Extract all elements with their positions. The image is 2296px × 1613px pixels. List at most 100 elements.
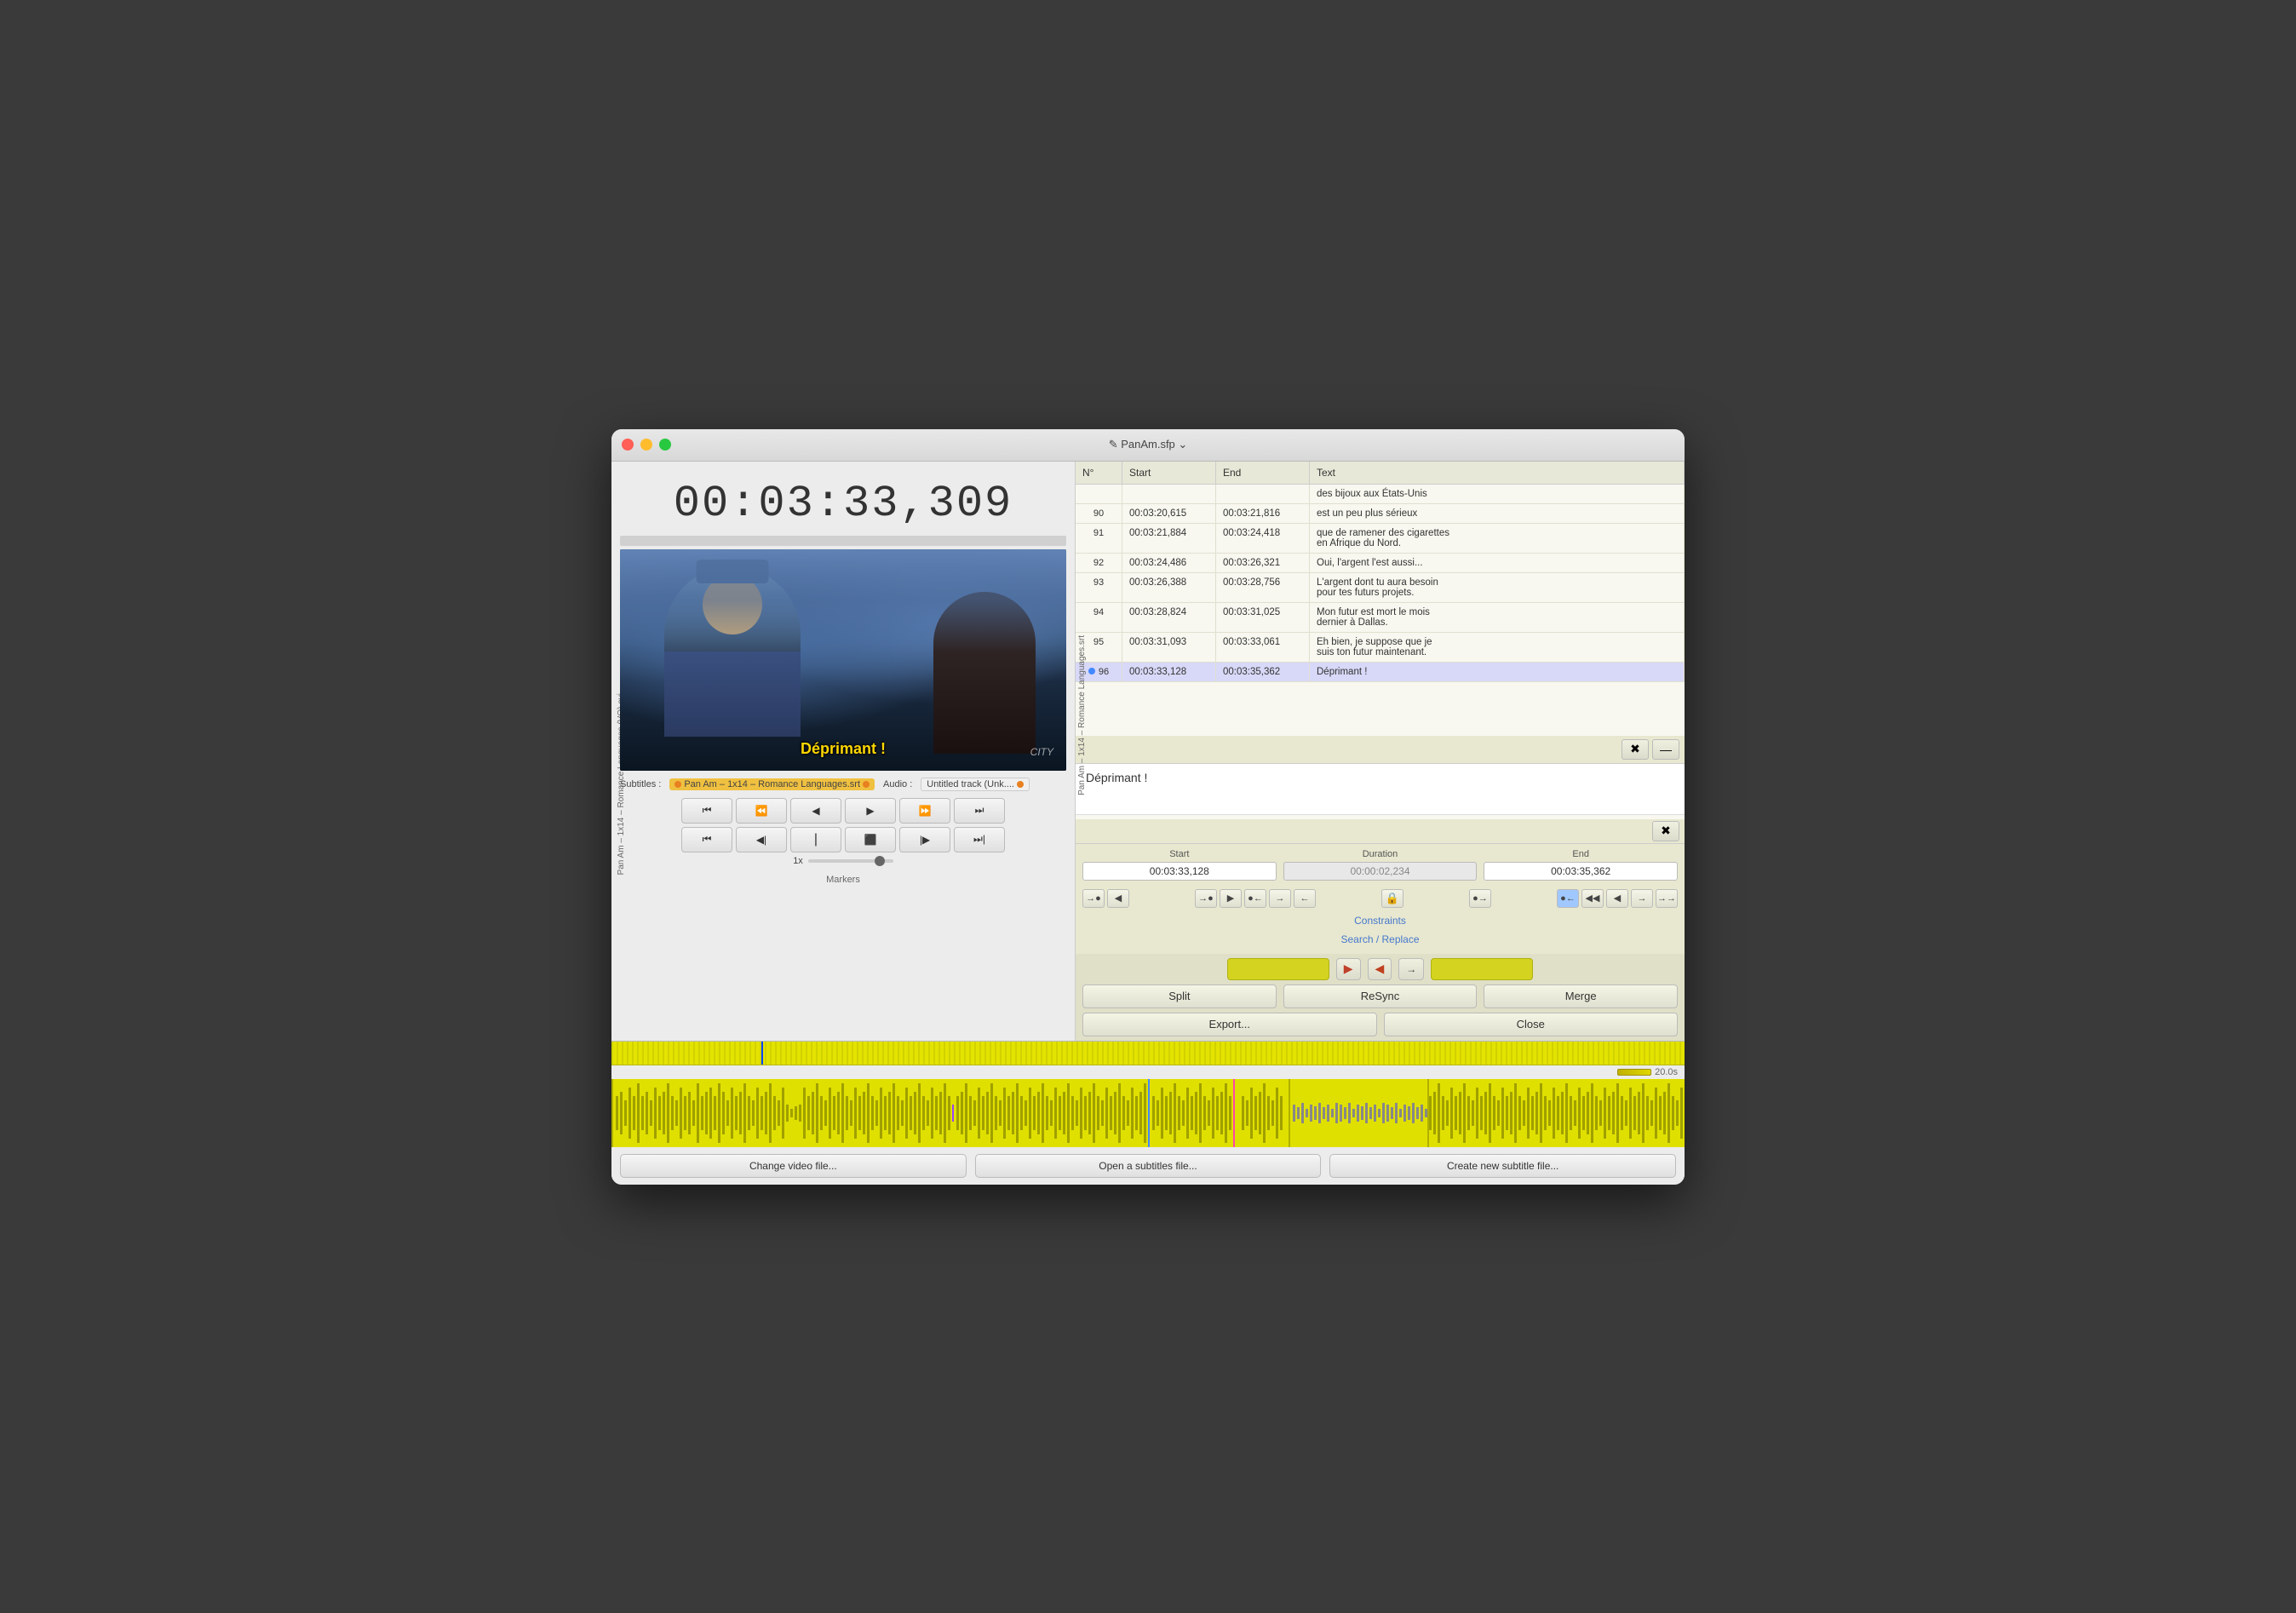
prev-button[interactable]: ← — [1294, 889, 1316, 908]
subtitle-text-input[interactable]: Déprimant ! — [1076, 764, 1685, 815]
scale-label: 20.0s — [1655, 1067, 1678, 1077]
markers-label: Markers — [620, 875, 1066, 885]
sub-mark-button[interactable]: | — [790, 827, 841, 852]
change-video-button[interactable]: Change video file... — [620, 1154, 967, 1178]
end-nav1[interactable]: ●← — [1557, 889, 1579, 908]
end-nav5[interactable]: →→ — [1656, 889, 1678, 908]
close-button[interactable] — [622, 439, 634, 451]
timing-section: Start Duration End →● — [1076, 844, 1685, 954]
sub-end-button[interactable]: ⏭| — [954, 827, 1005, 852]
table-actions: ✖ — — [1076, 736, 1685, 763]
table-header: N° Start End Text — [1076, 462, 1685, 485]
go-to-start-button[interactable]: →● — [1082, 889, 1105, 908]
search-replace-link[interactable]: Search / Replace — [1082, 930, 1678, 949]
resync-button[interactable]: ReSync — [1283, 984, 1478, 1008]
set-start-button[interactable]: →● — [1195, 889, 1217, 908]
back-arrow-button[interactable]: ◀ — [1368, 958, 1392, 980]
export-button[interactable]: Export... — [1082, 1013, 1377, 1036]
video-frame: Déprimant ! CITY — [620, 549, 1066, 771]
next-button[interactable]: → — [1269, 889, 1291, 908]
set-end-button[interactable]: ●← — [1244, 889, 1266, 908]
go-to-end-button[interactable]: ●→ — [1469, 889, 1491, 908]
table-row-active[interactable]: 96 00:03:33,128 00:03:35,362 Déprimant ! — [1076, 663, 1685, 682]
close-button-right[interactable]: Close — [1384, 1013, 1679, 1036]
table-row[interactable]: 94 00:03:28,824 00:03:31,025 Mon futur e… — [1076, 603, 1685, 633]
speed-label: 1x — [793, 856, 803, 866]
table-row[interactable]: 93 00:03:26,388 00:03:28,756 L'argent do… — [1076, 573, 1685, 603]
toolbar-row-3: Export... Close — [1082, 1013, 1678, 1036]
table-row[interactable]: 92 00:03:24,486 00:03:26,321 Oui, l'arge… — [1076, 554, 1685, 573]
nav-controls: →● ◀ →● ▶ ●← → ← 🔒 ●→ — [1082, 886, 1678, 911]
row-text: Oui, l'argent l'est aussi... — [1310, 554, 1685, 572]
sub-start-button[interactable]: ⏮ — [681, 827, 732, 852]
row-end: 00:03:35,362 — [1216, 663, 1310, 681]
audio-filename: Untitled track (Unk.... — [927, 779, 1014, 789]
table-row[interactable]: 90 00:03:20,615 00:03:21,816 est un peu … — [1076, 504, 1685, 524]
maximize-button[interactable] — [659, 439, 671, 451]
active-indicator — [1088, 668, 1095, 674]
table-row[interactable]: 95 00:03:31,093 00:03:33,061 Eh bien, je… — [1076, 633, 1685, 663]
sub-stop-button[interactable]: ⬛ — [845, 827, 896, 852]
end-input[interactable] — [1484, 862, 1678, 881]
video-scrub-bar[interactable] — [620, 536, 1066, 546]
add-row-button[interactable]: — — [1652, 739, 1679, 760]
split-button[interactable]: Split — [1082, 984, 1277, 1008]
play-from-button[interactable]: ▶ — [1220, 889, 1242, 908]
minimize-button[interactable] — [640, 439, 652, 451]
end-nav2[interactable]: ◀◀ — [1581, 889, 1604, 908]
row-end — [1216, 485, 1310, 503]
duration-label: Duration — [1363, 849, 1398, 859]
waveform-display[interactable] — [611, 1079, 1685, 1147]
row-text: Eh bien, je suppose que jesuis ton futur… — [1310, 633, 1685, 662]
yellow-bar-right — [1431, 958, 1533, 980]
play-button[interactable]: ▶ — [845, 798, 896, 824]
open-subtitles-button[interactable]: Open a subtitles file... — [975, 1154, 1322, 1178]
row-num: 91 — [1076, 524, 1122, 553]
play-arrow-button[interactable]: ▶ — [1336, 958, 1361, 980]
sub-next-button[interactable]: |▶ — [899, 827, 950, 852]
titlebar: ✎ PanAm.sfp ⌄ — [611, 429, 1685, 462]
speed-slider[interactable] — [808, 859, 893, 863]
subtitle-table[interactable]: N° Start End Text des bijoux aux États-U… — [1076, 462, 1685, 736]
forward-button[interactable]: → — [1398, 958, 1424, 980]
table-row[interactable]: des bijoux aux États-Unis — [1076, 485, 1685, 504]
subtitle-filename: Pan Am – 1x14 – Romance Languages.srt — [684, 779, 860, 789]
row-end: 00:03:21,816 — [1216, 504, 1310, 523]
start-label: Start — [1169, 849, 1189, 859]
duration-input[interactable] — [1283, 862, 1478, 881]
end-nav-group: ●→ — [1469, 889, 1491, 908]
rewind-button[interactable]: ⏪ — [736, 798, 787, 824]
scale-bar — [1617, 1069, 1651, 1076]
row-start: 00:03:20,615 — [1122, 504, 1216, 523]
fast-forward-button[interactable]: ⏩ — [899, 798, 950, 824]
playback-controls-row1: ⏮ ⏪ ◀ ▶ ⏩ ⏭ — [620, 798, 1066, 824]
delete-row-button[interactable]: ✖ — [1622, 739, 1649, 760]
constraints-link[interactable]: Constraints — [1082, 911, 1678, 930]
merge-button[interactable]: Merge — [1484, 984, 1678, 1008]
lock-button[interactable]: 🔒 — [1381, 889, 1403, 908]
prev-start-button[interactable]: ◀ — [1107, 889, 1129, 908]
sub-prev-button[interactable]: ◀| — [736, 827, 787, 852]
end-timing-col: End — [1484, 849, 1678, 881]
skip-to-end-button[interactable]: ⏭ — [954, 798, 1005, 824]
skip-to-start-button[interactable]: ⏮ — [681, 798, 732, 824]
table-row[interactable]: 91 00:03:21,884 00:03:24,418 que de rame… — [1076, 524, 1685, 554]
row-num: 92 — [1076, 554, 1122, 572]
clear-text-button[interactable]: ✖ — [1652, 821, 1679, 841]
right-panel: Pan Am – 1x14 – Romance Languages.srt N°… — [1076, 462, 1685, 1041]
duration-timing-col: Duration — [1283, 849, 1478, 881]
start-input[interactable] — [1082, 862, 1277, 881]
main-content: Pan Am – 1x14 – Romance Languages (VO).a… — [611, 462, 1685, 1041]
create-subtitle-button[interactable]: Create new subtitle file... — [1329, 1154, 1676, 1178]
subtitles-label: Subtitles : — [620, 779, 661, 789]
prev-frame-button[interactable]: ◀ — [790, 798, 841, 824]
timeline-bar[interactable] — [611, 1042, 1685, 1065]
row-text: est un peu plus sérieux — [1310, 504, 1685, 523]
start-timing-col: Start — [1082, 849, 1277, 881]
audio-file-tag[interactable]: Untitled track (Unk.... — [921, 778, 1030, 791]
row-end: 00:03:31,025 — [1216, 603, 1310, 632]
end-nav3[interactable]: ◀ — [1606, 889, 1628, 908]
end-nav4[interactable]: → — [1631, 889, 1653, 908]
subtitle-file-tag[interactable]: Pan Am – 1x14 – Romance Languages.srt — [669, 778, 875, 790]
col-end: End — [1216, 462, 1310, 484]
